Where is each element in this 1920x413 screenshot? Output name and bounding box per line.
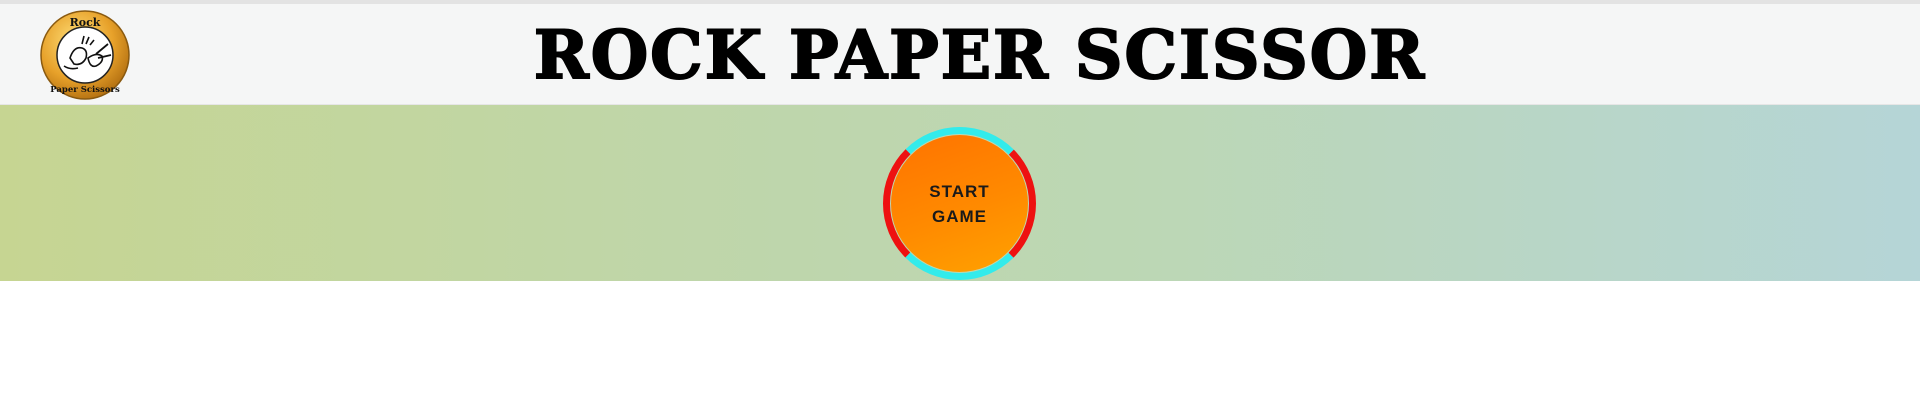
start-game-button[interactable]: START GAME	[891, 135, 1028, 272]
header: Rock Paper Scissors ROCK PAPER SCISSOR	[0, 4, 1920, 105]
start-game-label-line1: START	[929, 181, 990, 201]
start-game-label-line2: GAME	[932, 206, 987, 226]
start-button-ring: START GAME	[882, 126, 1037, 281]
start-banner: START GAME	[0, 105, 1920, 281]
page-title: ROCK PAPER SCISSOR	[533, 16, 1427, 94]
